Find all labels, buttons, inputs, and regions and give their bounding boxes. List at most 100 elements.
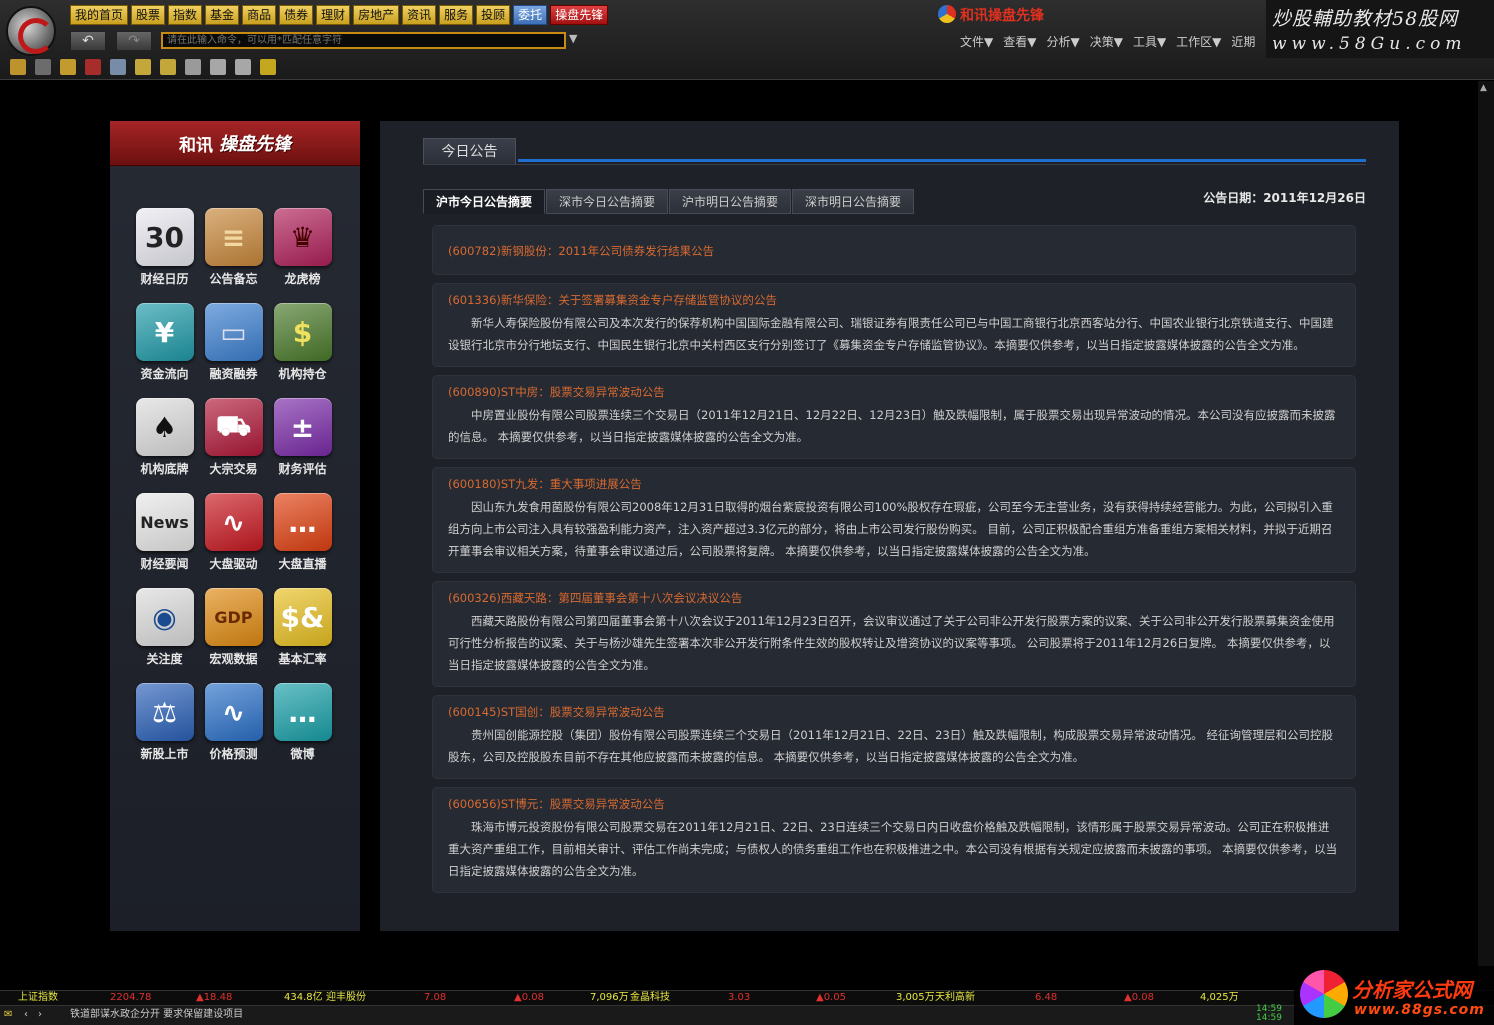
notice-title-link[interactable]: (601336)新华保险：关于签署募集资金专户存储监管协议的公告	[448, 292, 1340, 308]
notice-title-link[interactable]: (600326)西藏天路：第四届董事会第十八次会议决议公告	[448, 590, 1340, 606]
subtab-3[interactable]: 深市明日公告摘要	[792, 189, 915, 214]
ticker-item[interactable]: 7.08	[424, 991, 446, 1005]
right-menu-item-5[interactable]: 工作区▼	[1176, 33, 1221, 50]
ticker-item[interactable]: 7,096万	[590, 991, 629, 1005]
menu-item-3[interactable]: 基金	[205, 5, 240, 25]
forward-button[interactable]: ↷	[116, 31, 152, 51]
app-tile[interactable]: ± 财务评估	[268, 398, 337, 477]
chevron-down-icon[interactable]: ▼	[569, 32, 577, 45]
menu-item-12[interactable]: 操盘先锋	[550, 5, 609, 25]
exchange-icon[interactable]: $&	[273, 588, 332, 646]
app-tile[interactable]: ∿ 大盘驱动	[199, 493, 268, 572]
app-tile[interactable]: ∿ 价格预测	[199, 683, 268, 762]
ticker-item[interactable]: ▲18.48	[196, 991, 232, 1005]
app-tile[interactable]: ⚖ 新股上市	[130, 683, 199, 762]
app-tile[interactable]: ◉ 关注度	[130, 588, 199, 667]
calendar-icon[interactable]: 30	[135, 208, 194, 266]
chart-red-icon[interactable]	[85, 59, 101, 75]
notice-title-link[interactable]: (600145)ST国创：股票交易异常波动公告	[448, 704, 1340, 720]
line-tool-icon[interactable]	[135, 59, 151, 75]
menu-item-5[interactable]: 债券	[279, 5, 314, 25]
app-tile[interactable]: News 财经要闻	[130, 493, 199, 572]
subtab-0[interactable]: 沪市今日公告摘要	[423, 189, 546, 214]
command-input[interactable]	[161, 32, 566, 49]
app-tile[interactable]: ≡ 公告备忘	[199, 208, 268, 287]
right-menu-item-3[interactable]: 决策▼	[1090, 33, 1123, 50]
crown-icon[interactable]: ♛	[273, 208, 332, 266]
money-flow-icon[interactable]: ¥	[135, 303, 194, 361]
weibo-bubble-icon[interactable]: …	[273, 683, 332, 741]
app-tile[interactable]: ♠ 机构底牌	[130, 398, 199, 477]
menu-item-11[interactable]: 委托	[513, 5, 548, 25]
folder-icon[interactable]	[10, 59, 26, 75]
mail-icon[interactable]: ✉	[4, 1006, 12, 1024]
angle-tool-icon[interactable]	[160, 59, 176, 75]
ticker-item[interactable]: ▲0.05	[816, 991, 846, 1005]
image-icon[interactable]	[110, 59, 126, 75]
ticker-item[interactable]: ▲0.08	[1124, 991, 1154, 1005]
menu-item-10[interactable]: 投顾	[476, 5, 511, 25]
next-news-button[interactable]: ›	[38, 1006, 42, 1024]
ticker-item[interactable]: 4,025万	[1200, 991, 1239, 1005]
app-tile[interactable]: $& 基本汇率	[268, 588, 337, 667]
subtab-1[interactable]: 深市今日公告摘要	[546, 189, 669, 214]
export-icon[interactable]	[235, 59, 251, 75]
vertical-scrollbar[interactable]	[1478, 81, 1494, 991]
wave-icon[interactable]: ∿	[204, 683, 263, 741]
ticker-item[interactable]: 上证指数	[18, 991, 58, 1005]
gdp-icon[interactable]: GDP	[204, 588, 263, 646]
book-icon[interactable]	[185, 59, 201, 75]
app-tile[interactable]: ▭ 融资融券	[199, 303, 268, 382]
eye-icon[interactable]: ◉	[135, 588, 194, 646]
newspaper-icon[interactable]: News	[135, 493, 194, 551]
back-button[interactable]: ↶	[70, 31, 106, 51]
ticker-item[interactable]: 3,005万	[896, 991, 935, 1005]
ticker-item[interactable]: 天利高新	[935, 991, 975, 1005]
menu-item-4[interactable]: 商品	[242, 5, 277, 25]
right-menu-item-0[interactable]: 文件▼	[960, 33, 993, 50]
app-tile[interactable]: ♛ 龙虎榜	[268, 208, 337, 287]
compass-icon[interactable]	[260, 59, 276, 75]
menu-item-2[interactable]: 指数	[168, 5, 203, 25]
tab-today-notices[interactable]: 今日公告	[423, 138, 516, 165]
cart-icon[interactable]: ⛟	[204, 398, 263, 456]
app-tile[interactable]: … 大盘直播	[268, 493, 337, 572]
memo-icon[interactable]: ≡	[204, 208, 263, 266]
ticker-item[interactable]: 金晶科技	[630, 991, 670, 1005]
ticker-item[interactable]: 434.8亿	[284, 991, 323, 1005]
gavel-icon[interactable]: ⚖	[135, 683, 194, 741]
notice-title-link[interactable]: (600180)ST九发：重大事项进展公告	[448, 476, 1340, 492]
notice-title-link[interactable]: (600890)ST中房：股票交易异常波动公告	[448, 384, 1340, 400]
subtab-2[interactable]: 沪市明日公告摘要	[669, 189, 792, 214]
app-tile[interactable]: ⛟ 大宗交易	[199, 398, 268, 477]
calendar-icon[interactable]	[35, 59, 51, 75]
calculator-icon[interactable]: ±	[273, 398, 332, 456]
app-tile[interactable]: $ 机构持仓	[268, 303, 337, 382]
ticker-item[interactable]: 3.03	[728, 991, 750, 1005]
news-icon[interactable]	[210, 59, 226, 75]
menu-item-9[interactable]: 服务	[439, 5, 474, 25]
notice-title-link[interactable]: (600656)ST博元：股票交易异常波动公告	[448, 796, 1340, 812]
notice-title-link[interactable]: (600782)新钢股份：2011年公司债券发行结果公告	[448, 243, 1340, 259]
ticker-item[interactable]: 迎丰股份	[326, 991, 366, 1005]
menu-item-8[interactable]: 资讯	[402, 5, 437, 25]
right-menu-item-2[interactable]: 分析▼	[1046, 33, 1079, 50]
pulse-icon[interactable]: ∿	[204, 493, 263, 551]
right-menu-item-4[interactable]: 工具▼	[1133, 33, 1166, 50]
ticker-item[interactable]: ▲0.08	[514, 991, 544, 1005]
ticker-item[interactable]: 2204.78	[110, 991, 151, 1005]
menu-item-1[interactable]: 股票	[131, 5, 166, 25]
menu-item-7[interactable]: 房地产	[353, 5, 400, 25]
app-tile[interactable]: ¥ 资金流向	[130, 303, 199, 382]
app-logo-icon[interactable]	[6, 6, 56, 56]
bell-icon[interactable]	[60, 59, 76, 75]
prev-news-button[interactable]: ‹	[24, 1006, 28, 1024]
money-bag-icon[interactable]: $	[273, 303, 332, 361]
right-menu-item-1[interactable]: 查看▼	[1003, 33, 1036, 50]
card-icon[interactable]: ▭	[204, 303, 263, 361]
spade-card-icon[interactable]: ♠	[135, 398, 194, 456]
menu-item-6[interactable]: 理财	[316, 5, 351, 25]
app-tile[interactable]: 30 财经日历	[130, 208, 199, 287]
menu-item-0[interactable]: 我的首页	[70, 5, 129, 25]
scroll-up-icon[interactable]: ▲	[1480, 83, 1487, 93]
